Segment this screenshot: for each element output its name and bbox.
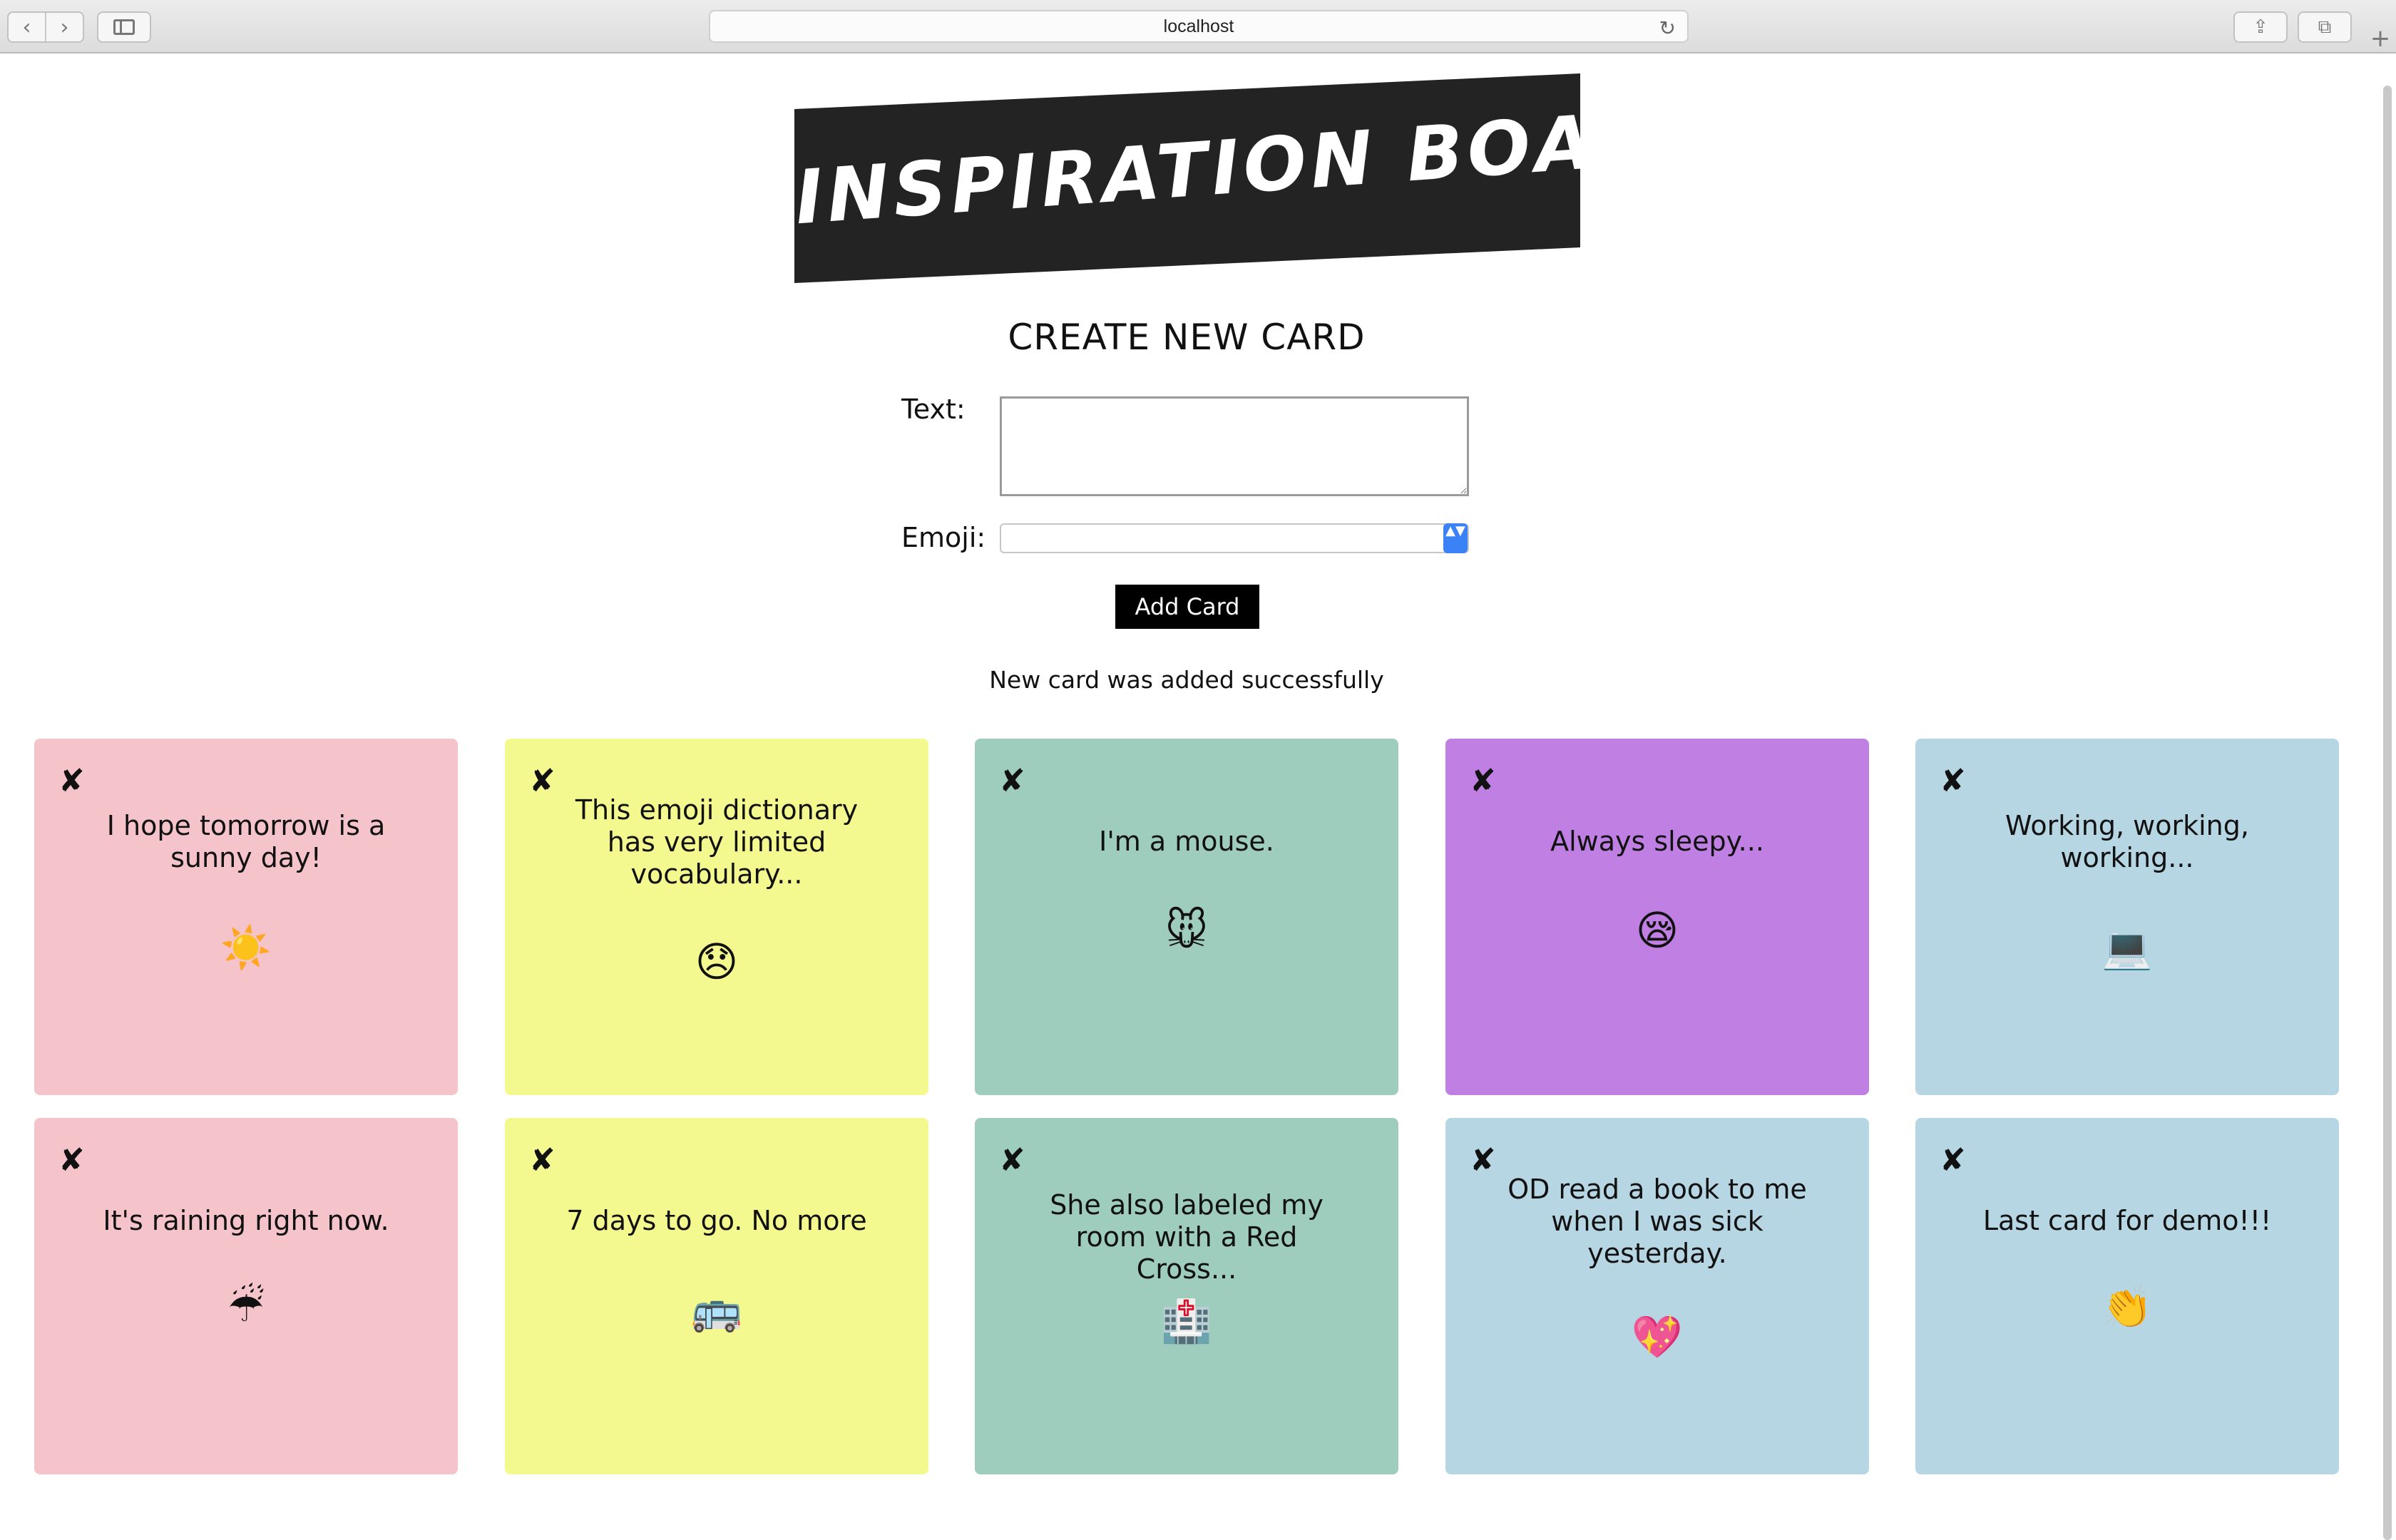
card-emoji: 💖: [1631, 1313, 1684, 1361]
delete-card-icon[interactable]: ✘: [529, 766, 556, 797]
card-emoji: 💻: [2101, 923, 2154, 972]
delete-card-icon[interactable]: ✘: [1940, 766, 1966, 797]
card-text: OD read a book to me when I was sick yes…: [1507, 1174, 1807, 1269]
card-emoji: 😞: [695, 938, 739, 986]
delete-card-icon[interactable]: ✘: [999, 766, 1025, 797]
card-emoji: 🏥: [1160, 1297, 1213, 1345]
card-text: Working, working, working...: [2005, 810, 2249, 873]
card: ✘ She also labeled my room with a Red Cr…: [975, 1118, 1398, 1474]
emoji-select[interactable]: ▲▼: [1000, 523, 1469, 553]
sidebar-toggle-button[interactable]: [97, 11, 151, 43]
address-bar[interactable]: localhost ↻: [709, 10, 1689, 43]
delete-card-icon[interactable]: ✘: [58, 766, 85, 797]
delete-card-icon[interactable]: ✘: [1940, 1145, 1966, 1176]
card-emoji: 😪: [1635, 906, 1679, 955]
tabs-button[interactable]: ⧉: [2298, 11, 2352, 43]
card-text: I'm a mouse.: [1099, 826, 1274, 857]
share-button[interactable]: ⇪: [2233, 11, 2288, 43]
reload-icon[interactable]: ↻: [1659, 16, 1676, 40]
card-text: 7 days to go. No more: [566, 1205, 867, 1236]
card: ✘ It's raining right now. ☔: [34, 1118, 458, 1474]
delete-card-icon[interactable]: ✘: [999, 1145, 1025, 1176]
card-emoji: 👏: [2101, 1283, 2154, 1331]
card-text: She also labeled my room with a Red Cros…: [1050, 1189, 1324, 1285]
tabs-icon: ⧉: [2318, 16, 2332, 38]
card-text: I hope tomorrow is a sunny day!: [106, 810, 386, 873]
card-emoji: 🚌: [690, 1285, 743, 1334]
forward-icon: ›: [60, 14, 69, 40]
sidebar-icon: [113, 19, 135, 35]
card: ✘ I'm a mouse. 🐭: [975, 739, 1398, 1095]
card: ✘ I hope tomorrow is a sunny day! ☀️: [34, 739, 458, 1095]
card: ✘ This emoji dictionary has very limited…: [505, 739, 928, 1095]
delete-card-icon[interactable]: ✘: [529, 1145, 556, 1176]
nav-buttons: ‹ ›: [7, 11, 84, 43]
add-card-button[interactable]: Add Card: [1115, 585, 1259, 629]
new-tab-button[interactable]: +: [2366, 24, 2395, 53]
select-arrows-icon: ▲▼: [1443, 523, 1468, 553]
card-emoji: ☀️: [220, 923, 272, 972]
emoji-label: Emoji:: [901, 522, 986, 553]
browser-toolbar: ‹ › localhost ↻ ⇪ ⧉ +: [0, 0, 2396, 53]
back-button[interactable]: ‹: [9, 13, 45, 41]
card-text-input[interactable]: [1000, 396, 1469, 496]
card: ✘ Last card for demo!!! 👏: [1915, 1118, 2339, 1474]
back-icon: ‹: [22, 14, 31, 40]
card: ✘ Working, working, working... 💻: [1915, 739, 2339, 1095]
card-emoji: 🐭: [1164, 906, 1209, 955]
card-text: This emoji dictionary has very limited v…: [575, 794, 859, 890]
text-label: Text:: [901, 394, 966, 425]
card-text: Last card for demo!!!: [1982, 1205, 2272, 1236]
card: ✘ OD read a book to me when I was sick y…: [1445, 1118, 1869, 1474]
delete-card-icon[interactable]: ✘: [58, 1145, 85, 1176]
form-title: CREATE NEW CARD: [1008, 317, 1366, 358]
card-text: Always sleepy...: [1550, 826, 1764, 857]
card-emoji: ☔: [227, 1283, 265, 1331]
page-scrollbar[interactable]: [2383, 86, 2392, 1540]
share-icon: ⇪: [2253, 16, 2268, 38]
card: ✘ 7 days to go. No more 🚌: [505, 1118, 928, 1474]
card: ✘ Always sleepy... 😪: [1445, 739, 1869, 1095]
card-text: It's raining right now.: [103, 1205, 389, 1236]
delete-card-icon[interactable]: ✘: [1470, 766, 1496, 797]
forward-button[interactable]: ›: [45, 13, 83, 41]
status-message: New card was added successfully: [989, 666, 1384, 694]
delete-card-icon[interactable]: ✘: [1470, 1145, 1496, 1176]
url-text: localhost: [1163, 16, 1234, 36]
